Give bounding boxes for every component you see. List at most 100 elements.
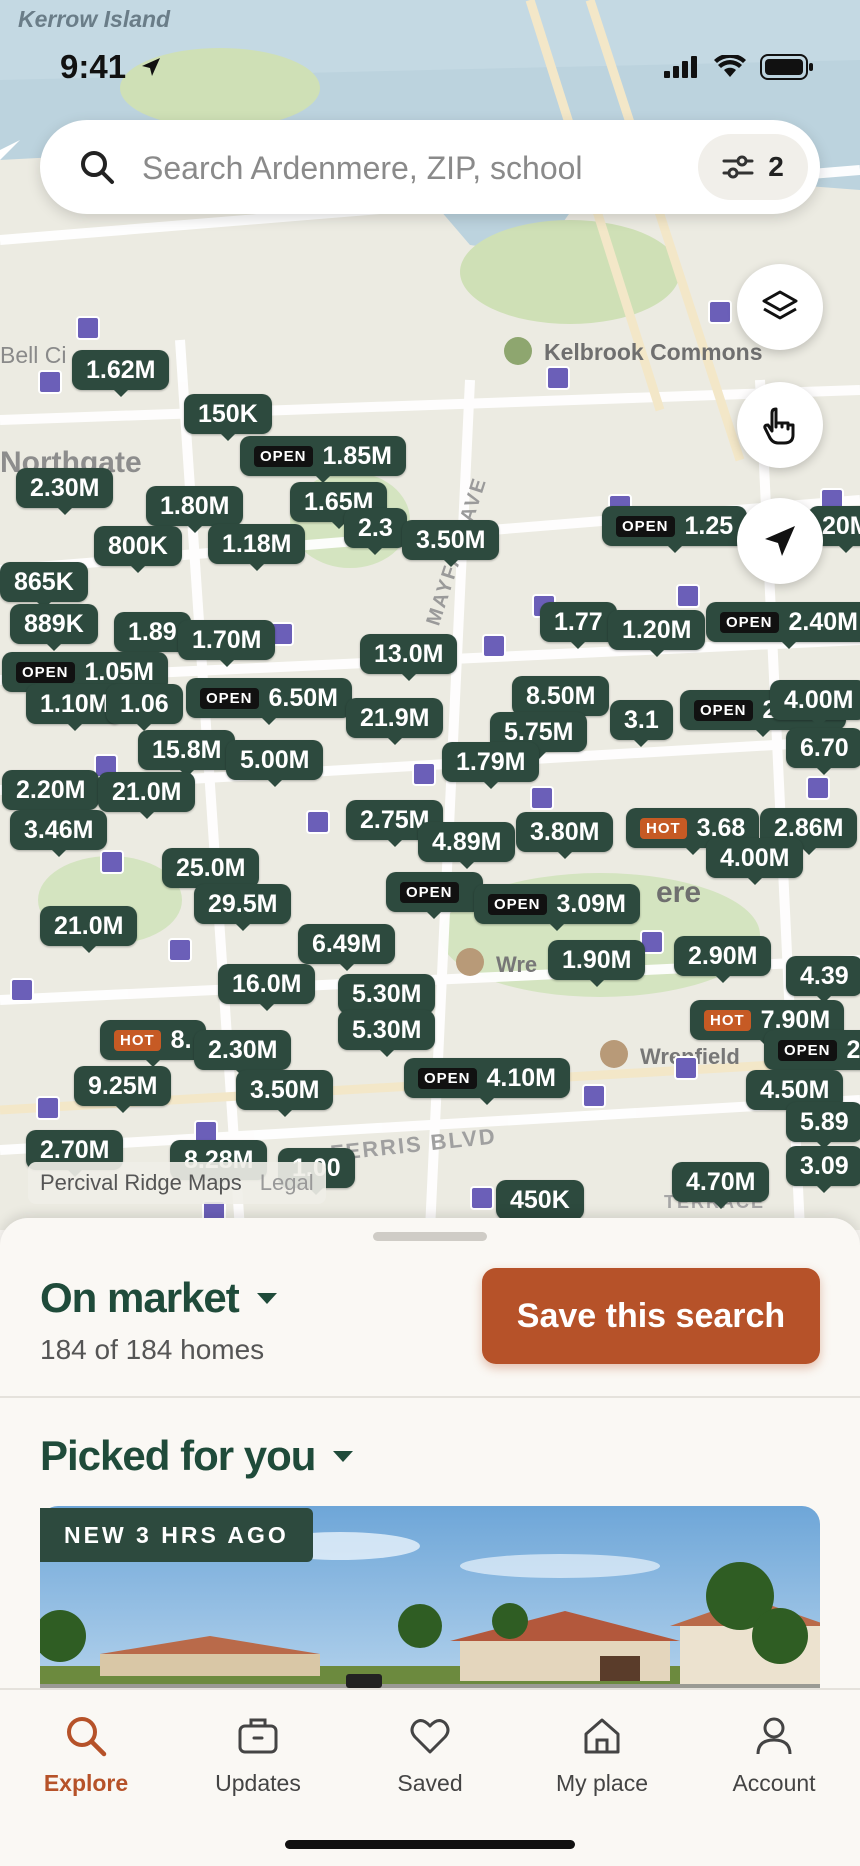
price-pin[interactable]: 5.30M	[338, 1010, 436, 1057]
price-pin[interactable]: 3.80M	[516, 812, 614, 859]
price-pin[interactable]: 2.3	[344, 508, 407, 555]
price-pin[interactable]: 1.20M	[608, 610, 706, 657]
price-pin[interactable]: 2.30M	[194, 1030, 292, 1077]
price-pin[interactable]: HOT 8.	[100, 1020, 206, 1067]
price-pin[interactable]: 16.0M	[218, 964, 316, 1011]
pin-label: 1.25	[684, 511, 734, 540]
price-pin[interactable]: 5.00M	[226, 740, 324, 787]
listing-dot[interactable]	[38, 370, 62, 394]
listing-dot[interactable]	[530, 786, 554, 810]
listing-dot[interactable]	[76, 316, 100, 340]
picked-dropdown[interactable]: Picked for you	[40, 1432, 355, 1480]
price-pin[interactable]: 4.89M	[418, 822, 516, 869]
tab-explore[interactable]: Explore	[0, 1714, 172, 1797]
price-pin[interactable]: 2.30M	[16, 468, 114, 515]
price-pin[interactable]: 3.46M	[10, 810, 108, 857]
price-pin[interactable]: OPEN 1.85M	[240, 436, 406, 483]
price-pin[interactable]: 25.0M	[162, 848, 260, 895]
price-pin[interactable]: OPEN 4.10M	[404, 1058, 570, 1105]
price-pin[interactable]: 21.0M	[98, 772, 196, 819]
sheet-grabber[interactable]	[373, 1232, 487, 1241]
price-pin[interactable]: 8.50M	[512, 676, 610, 723]
price-pin[interactable]: OPEN 2.	[764, 1030, 860, 1077]
pin-label: 4.00M	[784, 685, 854, 714]
listing-dot[interactable]	[708, 300, 732, 324]
price-pin[interactable]: 2.20M	[2, 770, 100, 817]
price-pin[interactable]: 13.0M	[360, 634, 458, 681]
price-pin[interactable]: 21.0M	[40, 906, 138, 953]
price-pin[interactable]: 1.06	[106, 684, 183, 731]
picked-title: Picked for you	[40, 1432, 316, 1479]
price-pin[interactable]: 1.70M	[178, 620, 276, 667]
listing-dot[interactable]	[674, 1056, 698, 1080]
price-pin[interactable]: OPEN 2.40M	[706, 602, 860, 649]
filter-button[interactable]: 2	[698, 134, 808, 200]
price-pin[interactable]: 4.00M	[770, 680, 860, 727]
search-bar[interactable]: 2	[40, 120, 820, 214]
new-listing-badge: NEW 3 HRS AGO	[40, 1508, 313, 1562]
price-pin[interactable]: 5.89	[786, 1102, 860, 1149]
map-view[interactable]: Kerrow Island Bell Ci Northgate Kelbrook…	[0, 0, 860, 1230]
price-pin[interactable]: 9.25M	[74, 1066, 172, 1113]
listing-dot[interactable]	[306, 810, 330, 834]
draw-button[interactable]	[737, 382, 823, 468]
price-pin[interactable]: 2.90M	[674, 936, 772, 983]
price-pin[interactable]: OPEN 3.09M	[474, 884, 640, 931]
tab-saved[interactable]: Saved	[344, 1714, 516, 1797]
price-pin[interactable]: 29.5M	[194, 884, 292, 931]
locate-button[interactable]	[737, 498, 823, 584]
price-pin[interactable]: 1.79M	[442, 742, 540, 789]
price-pin[interactable]: OPEN	[386, 872, 483, 919]
hand-pointer-icon	[763, 407, 795, 445]
price-pin[interactable]: 1.18M	[208, 524, 306, 571]
price-pin[interactable]: 6.70	[786, 728, 860, 775]
price-pin[interactable]: 3.1	[610, 700, 673, 747]
save-search-button[interactable]: Save this search	[482, 1268, 820, 1364]
listing-dot[interactable]	[100, 850, 124, 874]
price-pin[interactable]: 1.62M	[72, 350, 170, 397]
price-pin[interactable]: OPEN 6.50M	[186, 678, 352, 725]
listing-dot[interactable]	[470, 1186, 494, 1210]
listing-dot[interactable]	[582, 1084, 606, 1108]
layers-button[interactable]	[737, 264, 823, 350]
price-pin[interactable]: 889K	[10, 604, 98, 651]
price-pin[interactable]: 3.09	[786, 1146, 860, 1193]
search-input[interactable]	[140, 140, 704, 196]
price-pin[interactable]: 1.80M	[146, 486, 244, 533]
price-pin[interactable]: 6.49M	[298, 924, 396, 971]
listing-dot[interactable]	[168, 938, 192, 962]
price-pin[interactable]: 800K	[94, 526, 182, 573]
listing-dot[interactable]	[676, 584, 700, 608]
pin-label: 2.90M	[688, 941, 758, 970]
tab-updates[interactable]: Updates	[172, 1714, 344, 1797]
market-dropdown[interactable]: On market	[40, 1274, 279, 1322]
results-sheet[interactable]: On market 184 of 184 homes Save this sea…	[0, 1218, 860, 1688]
wifi-icon	[714, 55, 746, 77]
listing-dot[interactable]	[10, 978, 34, 1002]
navigation-arrow-icon	[765, 526, 795, 556]
listing-dot[interactable]	[412, 762, 436, 786]
listing-dot[interactable]	[806, 776, 830, 800]
legal-link[interactable]: Legal	[260, 1170, 314, 1196]
price-pin[interactable]: 4.00M	[706, 838, 804, 885]
listing-dot[interactable]	[36, 1096, 60, 1120]
listing-dot[interactable]	[482, 634, 506, 658]
price-pin[interactable]: 865K	[0, 562, 88, 609]
price-pin[interactable]: 4.39	[786, 956, 860, 1003]
open-tag: OPEN	[616, 515, 675, 537]
tab-my-place[interactable]: My place	[516, 1714, 688, 1797]
price-pin[interactable]: 450K	[496, 1180, 584, 1227]
price-pin[interactable]: 3.50M	[402, 520, 500, 567]
open-tag: OPEN	[694, 699, 753, 721]
price-pin[interactable]: 1.90M	[548, 940, 646, 987]
price-pin[interactable]: 3.50M	[236, 1070, 334, 1117]
price-pin[interactable]: 5.30M	[338, 974, 436, 1021]
price-pin[interactable]: 15.8M	[138, 730, 236, 777]
price-pin[interactable]: 150K	[184, 394, 272, 441]
price-pin[interactable]: 1.77	[540, 602, 617, 649]
price-pin[interactable]: 4.70M	[672, 1162, 770, 1209]
price-pin[interactable]: 21.9M	[346, 698, 444, 745]
listing-dot[interactable]	[546, 366, 570, 390]
tab-account[interactable]: Account	[688, 1714, 860, 1797]
price-pin[interactable]: OPEN 1.25	[602, 506, 748, 553]
